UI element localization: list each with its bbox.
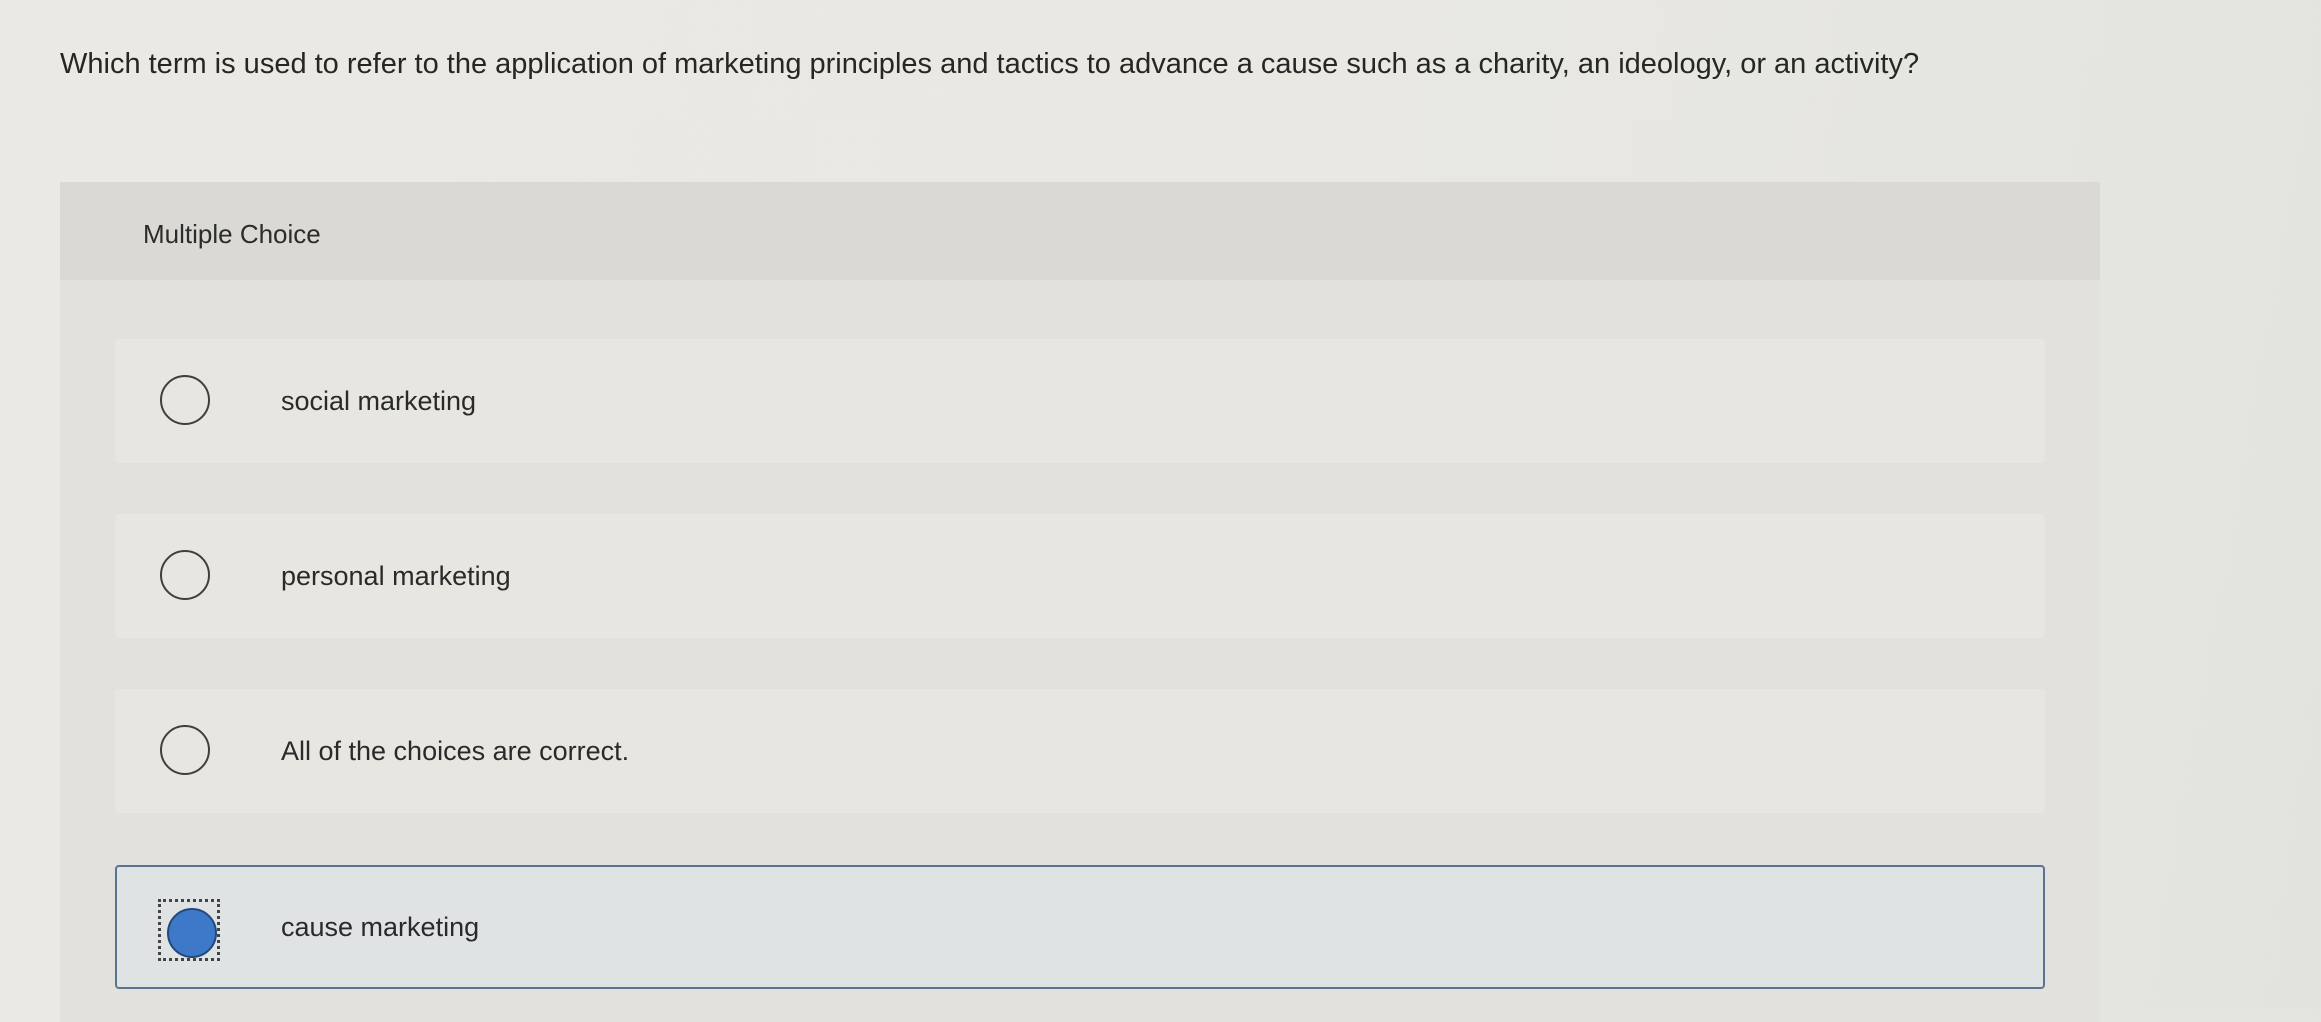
option-cause-marketing[interactable]: cause marketing xyxy=(115,865,2045,989)
option-label: social marketing xyxy=(281,386,477,416)
question-text: Which term is used to refer to the appli… xyxy=(60,48,1920,80)
option-personal-marketing[interactable]: personal marketing xyxy=(115,514,2045,638)
option-label: personal marketing xyxy=(281,561,511,591)
multiple-choice-panel: Multiple Choice social marketing persona… xyxy=(60,182,2100,1022)
panel-title: Multiple Choice xyxy=(143,219,321,249)
option-social-marketing[interactable]: social marketing xyxy=(115,339,2045,463)
option-label: All of the choices are correct. xyxy=(281,736,630,766)
radio-button-checked[interactable] xyxy=(158,899,220,961)
option-label: cause marketing xyxy=(281,912,480,942)
panel-header: Multiple Choice xyxy=(60,182,2100,280)
radio-checked-dot xyxy=(167,908,217,958)
radio-button-unchecked[interactable] xyxy=(160,375,210,425)
radio-button-unchecked[interactable] xyxy=(160,550,210,600)
option-all-of-the-choices[interactable]: All of the choices are correct. xyxy=(115,689,2045,813)
radio-button-unchecked[interactable] xyxy=(160,725,210,775)
